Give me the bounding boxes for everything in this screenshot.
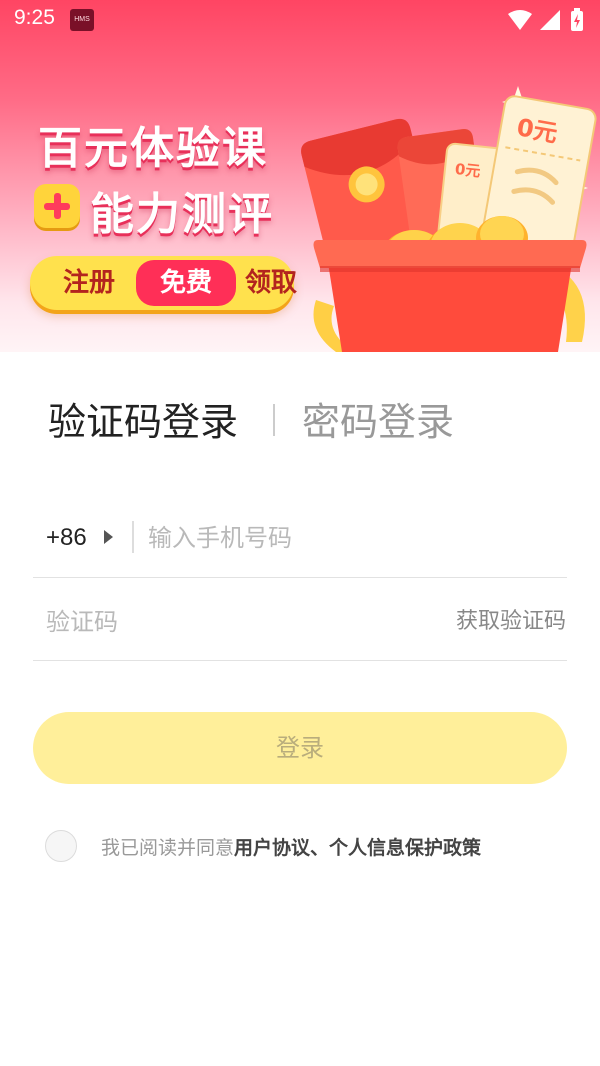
get-verification-code-button[interactable]: 获取验证码 bbox=[456, 604, 566, 640]
code-field-underline bbox=[33, 660, 567, 661]
status-icons bbox=[506, 8, 586, 32]
promo-banner[interactable]: 百元体验课 能力测评 注册 免费 领取 0元 0元 bbox=[0, 0, 600, 352]
ticket-back-text: 0元 bbox=[454, 160, 481, 181]
agreement-text: 我已阅读并同意用户协议、个人信息保护政策 bbox=[101, 834, 481, 862]
pill-register-text: 注册 bbox=[62, 268, 115, 298]
phone-number-input[interactable] bbox=[148, 518, 558, 558]
country-code-selector[interactable]: +86 bbox=[46, 520, 87, 556]
agreement-separator: 、 bbox=[310, 837, 330, 859]
agreement-checkbox[interactable] bbox=[45, 830, 77, 862]
status-time: 9:25 bbox=[14, 6, 55, 29]
tab-password-login[interactable]: 密码登录 bbox=[302, 398, 454, 446]
banner-title-assessment: 能力测评 bbox=[90, 189, 274, 240]
agreement-prefix: 我已阅读并同意 bbox=[101, 837, 235, 859]
tab-divider bbox=[273, 404, 275, 436]
red-envelope-gift-box-illustration: 0元 0元 ¥ bbox=[301, 86, 597, 352]
privacy-policy-link[interactable]: 个人信息保护政策 bbox=[329, 837, 481, 859]
login-button[interactable]: 登录 bbox=[33, 712, 567, 784]
verification-code-input[interactable] bbox=[46, 602, 346, 642]
caret-right-icon[interactable] bbox=[104, 530, 113, 544]
wifi-icon bbox=[508, 10, 532, 30]
user-agreement-link[interactable]: 用户协议 bbox=[234, 837, 310, 859]
cell-signal-icon bbox=[540, 10, 560, 30]
status-bar: 9:25 HMS bbox=[0, 0, 600, 40]
hms-notification-icon: HMS bbox=[70, 9, 94, 31]
login-screen: 百元体验课 能力测评 注册 免费 领取 0元 0元 9:25 HMS 验证码登录… bbox=[0, 0, 600, 1066]
register-free-claim-pill: 注册 免费 领取 bbox=[30, 256, 297, 310]
phone-field-underline bbox=[33, 577, 567, 578]
pill-free-text: 免费 bbox=[136, 260, 236, 306]
phone-field-divider bbox=[132, 521, 134, 553]
banner-title-course: 百元体验课 bbox=[38, 123, 268, 174]
battery-charging-icon bbox=[571, 8, 583, 31]
plus-icon bbox=[34, 184, 80, 228]
tab-sms-code-login[interactable]: 验证码登录 bbox=[48, 398, 238, 446]
